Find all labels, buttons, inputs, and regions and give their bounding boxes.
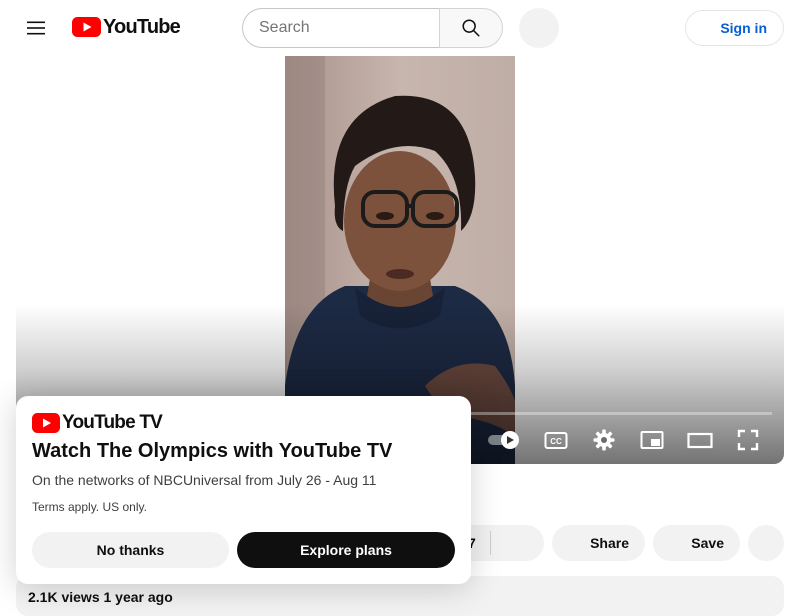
logo-text: YouTube	[103, 15, 181, 38]
youtube-tv-logo: YouTube TV	[32, 412, 163, 434]
miniplayer-button[interactable]	[632, 424, 672, 456]
closed-captions-icon: CC	[544, 432, 568, 449]
like-divider	[489, 531, 491, 555]
youtube-logo[interactable]: YouTube	[72, 15, 181, 39]
youtube-tv-logo-text: YouTube TV	[62, 412, 163, 433]
subtitles-button[interactable]: CC	[536, 424, 576, 456]
no-thanks-button[interactable]: No thanks	[32, 532, 229, 568]
search-input[interactable]	[259, 19, 429, 37]
save-label: Save	[691, 535, 724, 551]
explore-plans-button[interactable]: Explore plans	[237, 532, 455, 568]
youtube-play-logo-icon	[72, 17, 101, 37]
search-icon	[462, 19, 480, 37]
share-label: Share	[590, 535, 629, 551]
view-count-date: 2.1K views 1 year ago	[28, 589, 173, 605]
explore-plans-label: Explore plans	[300, 542, 392, 558]
no-thanks-label: No thanks	[96, 542, 165, 558]
sign-in-label: Sign in	[720, 20, 767, 36]
search-button[interactable]	[439, 8, 503, 48]
voice-search-button[interactable]	[519, 8, 559, 48]
gear-icon	[593, 429, 615, 451]
youtube-tv-promo-dialog: YouTube TV Watch The Olympics with YouTu…	[16, 396, 471, 584]
share-button[interactable]: Share	[552, 525, 645, 561]
theater-mode-icon	[687, 432, 713, 449]
promo-subtitle: On the networks of NBCUniversal from Jul…	[32, 472, 377, 488]
youtube-play-logo-icon	[32, 413, 60, 433]
theater-mode-button[interactable]	[680, 424, 720, 456]
sign-in-button[interactable]: Sign in	[685, 10, 784, 46]
masthead: YouTube Sign in	[0, 0, 800, 56]
autoplay-toggle[interactable]	[484, 424, 524, 456]
fullscreen-icon	[737, 429, 759, 451]
save-button[interactable]: Save	[653, 525, 740, 561]
svg-text:CC: CC	[550, 437, 562, 446]
fullscreen-button[interactable]	[728, 424, 768, 456]
promo-title: Watch The Olympics with YouTube TV	[32, 440, 393, 462]
search-box[interactable]	[242, 8, 440, 48]
settings-button[interactable]	[584, 424, 624, 456]
autoplay-toggle-icon	[488, 431, 519, 449]
guide-menu-button[interactable]	[16, 8, 56, 48]
hamburger-menu-icon	[27, 21, 45, 35]
more-actions-button[interactable]	[748, 525, 784, 561]
miniplayer-icon	[640, 431, 664, 449]
promo-terms: Terms apply. US only.	[32, 500, 147, 514]
